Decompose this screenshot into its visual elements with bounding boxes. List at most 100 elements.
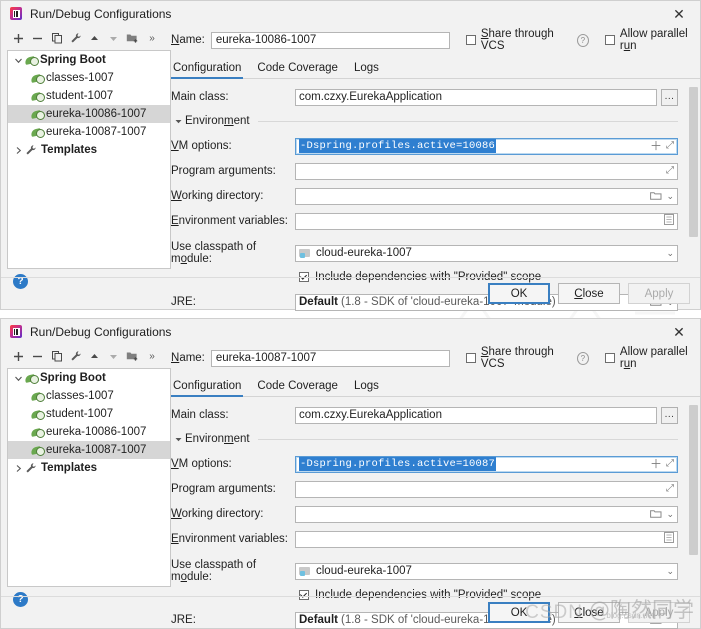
edit-list-icon[interactable]: [664, 214, 674, 228]
environment-section-header[interactable]: Environment: [171, 429, 678, 449]
ok-button[interactable]: OK: [488, 602, 550, 623]
more-toolbar-button[interactable]: »: [142, 29, 161, 48]
main-class-browse-button[interactable]: ...: [661, 407, 678, 424]
tree-item-templates[interactable]: Templates: [8, 459, 170, 477]
apply-button[interactable]: Apply: [628, 602, 690, 623]
tree-item[interactable]: Spring Boot: [8, 369, 170, 387]
environment-label: Environment: [185, 433, 250, 445]
add-configuration-button[interactable]: [9, 347, 28, 366]
move-down-button[interactable]: [104, 347, 123, 366]
environment-section-header[interactable]: Environment: [171, 111, 678, 131]
program-arguments-input[interactable]: ⤢: [295, 481, 678, 498]
help-question-icon[interactable]: ?: [577, 34, 589, 47]
copy-configuration-button[interactable]: [47, 29, 66, 48]
scrollbar-thumb[interactable]: [689, 87, 698, 237]
use-classpath-select[interactable]: cloud-eureka-1007 ⌄: [295, 245, 678, 262]
working-directory-input[interactable]: ⌄: [295, 188, 678, 205]
chevron-down-icon[interactable]: [171, 117, 185, 126]
move-into-folder-button[interactable]: [123, 29, 142, 48]
remove-configuration-button[interactable]: [28, 347, 47, 366]
environment-variables-input[interactable]: [295, 213, 678, 230]
add-macro-icon[interactable]: ＋: [650, 140, 662, 152]
chevron-down-icon[interactable]: ⌄: [666, 566, 674, 577]
share-through-vcs-group[interactable]: Share through VCS ?: [466, 28, 589, 52]
tree-item[interactable]: Spring Boot: [8, 51, 170, 69]
move-down-button[interactable]: [104, 29, 123, 48]
apply-button[interactable]: Apply: [628, 283, 690, 304]
chevron-down-icon[interactable]: [12, 374, 25, 383]
close-button[interactable]: Close: [558, 283, 620, 304]
tree-item[interactable]: classes-1007: [8, 387, 170, 405]
remove-configuration-button[interactable]: [28, 29, 47, 48]
edit-templates-button[interactable]: [66, 347, 85, 366]
copy-configuration-button[interactable]: [47, 347, 66, 366]
expand-editor-icon[interactable]: ⤢: [666, 459, 674, 469]
close-icon[interactable]: ✕: [658, 1, 700, 27]
tab-logs[interactable]: Logs: [352, 380, 393, 396]
add-macro-icon[interactable]: ＋: [650, 458, 662, 470]
expand-editor-icon[interactable]: ⤢: [666, 484, 674, 494]
main-class-input[interactable]: com.czxy.EurekaApplication: [295, 89, 657, 106]
chevron-down-icon[interactable]: ⌄: [666, 248, 674, 259]
chevron-right-icon[interactable]: [12, 146, 25, 155]
program-arguments-input[interactable]: ⤢: [295, 163, 678, 180]
tree-item[interactable]: eureka-10087-1007: [8, 123, 170, 141]
tab-configuration[interactable]: Configuration: [171, 380, 255, 396]
program-arguments-actions: ⤢: [662, 166, 674, 176]
ok-button[interactable]: OK: [488, 283, 550, 304]
chevron-down-icon[interactable]: [12, 56, 25, 65]
close-button[interactable]: Close: [558, 602, 620, 623]
add-configuration-button[interactable]: [9, 29, 28, 48]
scrollbar-thumb[interactable]: [689, 405, 698, 555]
allow-parallel-run-group[interactable]: Allow parallel run: [605, 346, 700, 370]
configuration-panel: Main class: com.czxy.EurekaApplication .…: [171, 397, 700, 629]
folder-icon[interactable]: [650, 509, 662, 519]
move-up-button[interactable]: [85, 29, 104, 48]
configurations-tree[interactable]: Spring Boot classes-1007 student-1007: [7, 50, 171, 269]
chevron-down-icon[interactable]: ⌄: [666, 191, 674, 202]
panel-scrollbar[interactable]: [689, 397, 698, 629]
chevron-right-icon[interactable]: [12, 464, 25, 473]
tree-item-templates[interactable]: Templates: [8, 141, 170, 159]
use-classpath-select[interactable]: cloud-eureka-1007 ⌄: [295, 563, 678, 580]
configurations-tree[interactable]: Spring Boot classes-1007 student-1007 eu…: [7, 368, 171, 587]
tree-item[interactable]: student-1007: [8, 87, 170, 105]
vm-options-row: VM options: -Dspring.profiles.active=100…: [171, 135, 678, 157]
tab-configuration[interactable]: Configuration: [171, 62, 255, 78]
share-through-vcs-checkbox[interactable]: [466, 35, 476, 45]
tree-item[interactable]: classes-1007: [8, 69, 170, 87]
name-input[interactable]: eureka-10086-1007: [211, 32, 450, 49]
chevron-down-icon[interactable]: [171, 435, 185, 444]
share-through-vcs-checkbox[interactable]: [466, 353, 476, 363]
vm-options-input[interactable]: -Dspring.profiles.active=10086 ＋ ⤢: [295, 138, 678, 155]
working-directory-input[interactable]: ⌄: [295, 506, 678, 523]
folder-icon[interactable]: [650, 191, 662, 201]
more-toolbar-button[interactable]: »: [142, 347, 161, 366]
expand-editor-icon[interactable]: ⤢: [666, 141, 674, 151]
vm-options-input[interactable]: -Dspring.profiles.active=10087 ＋ ⤢: [295, 456, 678, 473]
name-input[interactable]: eureka-10087-1007: [211, 350, 450, 367]
tab-code-coverage[interactable]: Code Coverage: [255, 62, 352, 78]
environment-variables-input[interactable]: [295, 531, 678, 548]
tab-logs[interactable]: Logs: [352, 62, 393, 78]
tab-code-coverage[interactable]: Code Coverage: [255, 380, 352, 396]
edit-list-icon[interactable]: [664, 532, 674, 546]
working-directory-row: Working directory: ⌄: [171, 503, 678, 525]
tree-item[interactable]: student-1007: [8, 405, 170, 423]
expand-editor-icon[interactable]: ⤢: [666, 166, 674, 176]
chevron-down-icon[interactable]: ⌄: [666, 509, 674, 520]
move-into-folder-button[interactable]: [123, 347, 142, 366]
help-question-icon[interactable]: ?: [577, 352, 589, 365]
allow-parallel-run-checkbox[interactable]: [605, 35, 615, 45]
close-icon[interactable]: ✕: [658, 319, 700, 345]
main-class-input[interactable]: com.czxy.EurekaApplication: [295, 407, 657, 424]
allow-parallel-run-checkbox[interactable]: [605, 353, 615, 363]
edit-templates-button[interactable]: [66, 29, 85, 48]
tree-item-selected[interactable]: eureka-10086-1007: [8, 105, 170, 123]
tree-item[interactable]: eureka-10086-1007: [8, 423, 170, 441]
move-up-button[interactable]: [85, 347, 104, 366]
allow-parallel-run-group[interactable]: Allow parallel run: [605, 28, 700, 52]
main-class-browse-button[interactable]: ...: [661, 89, 678, 106]
tree-item-selected[interactable]: eureka-10087-1007: [8, 441, 170, 459]
share-through-vcs-group[interactable]: Share through VCS ?: [466, 346, 589, 370]
